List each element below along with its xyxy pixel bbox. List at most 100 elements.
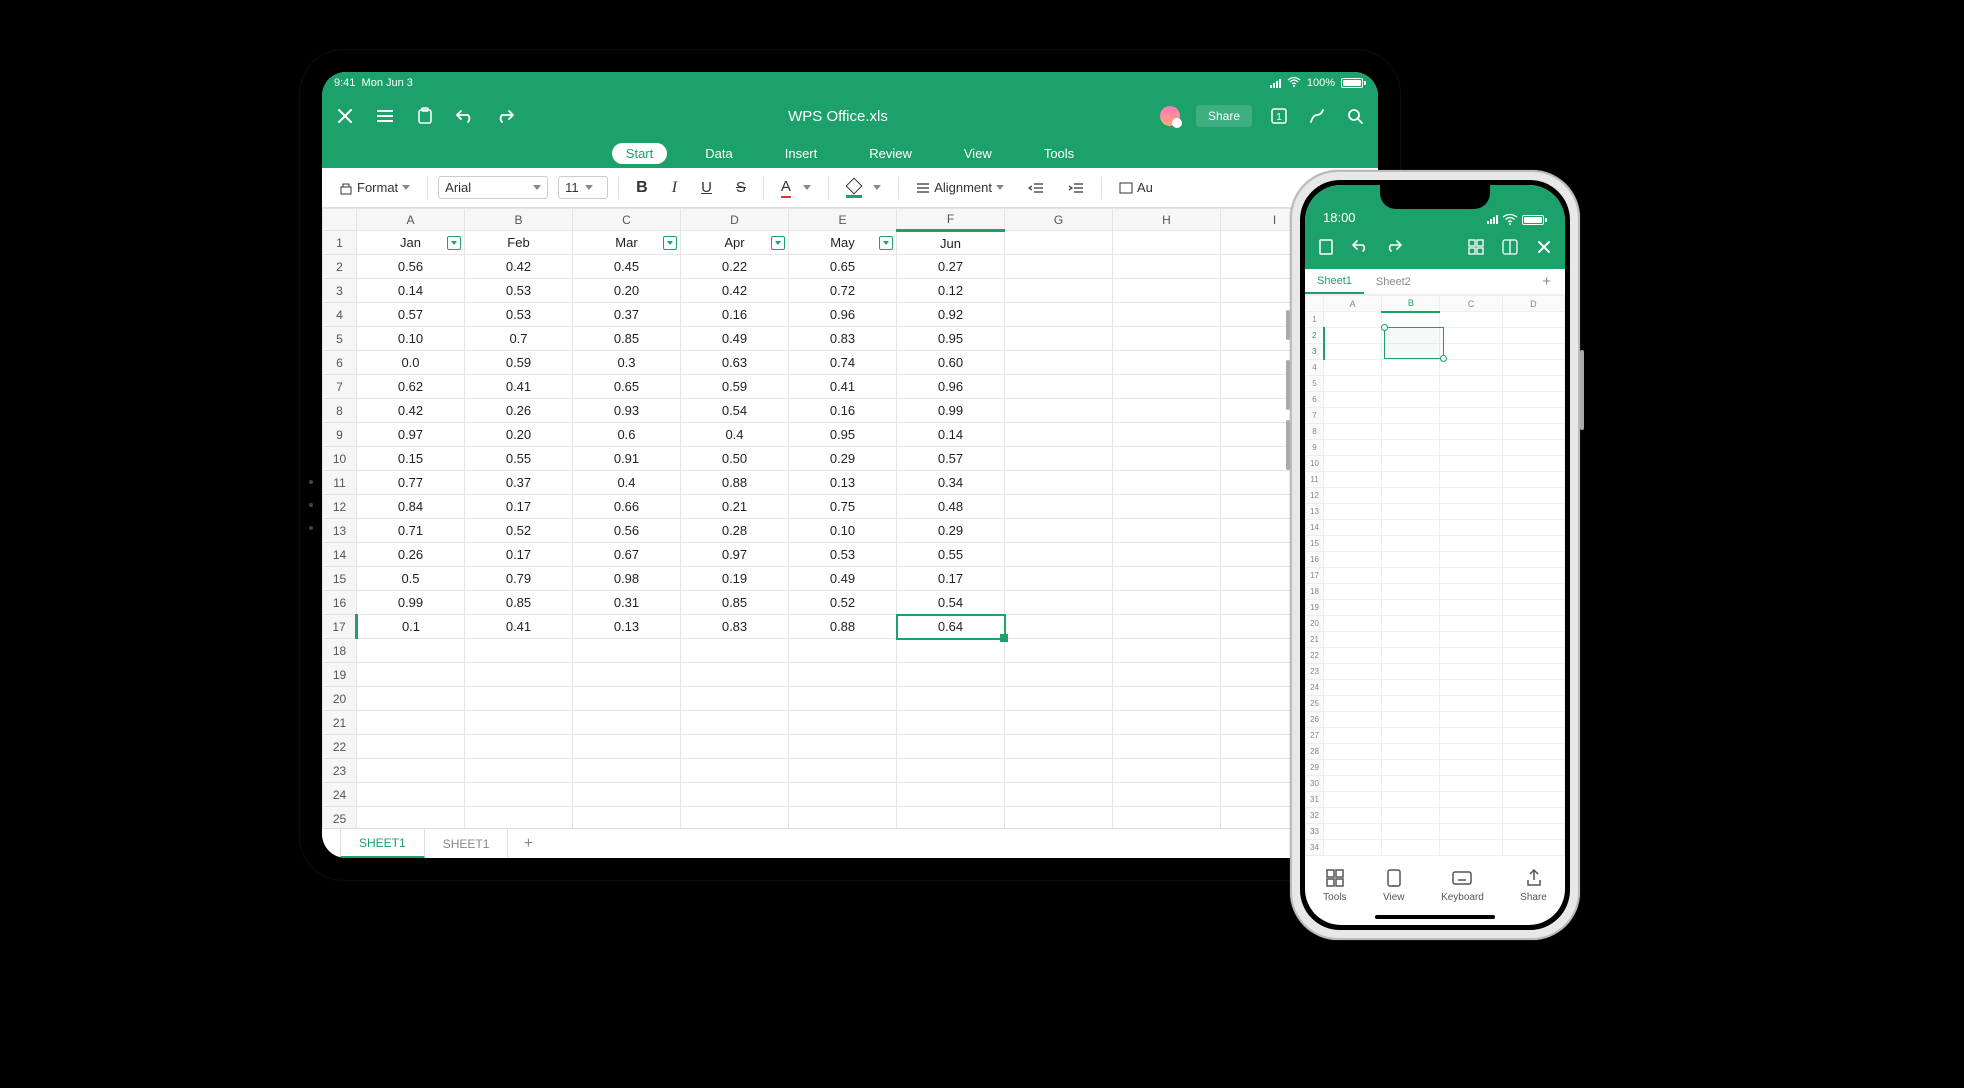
- cell[interactable]: [1382, 360, 1440, 376]
- col-header[interactable]: C: [573, 209, 681, 231]
- cell[interactable]: 0.79: [465, 567, 573, 591]
- cell[interactable]: 0.98: [573, 567, 681, 591]
- row-header[interactable]: 3: [1306, 344, 1324, 360]
- row-header[interactable]: 18: [1306, 584, 1324, 600]
- row-header[interactable]: 22: [1306, 648, 1324, 664]
- cell[interactable]: [573, 759, 681, 783]
- layout-button[interactable]: 1: [1268, 105, 1290, 127]
- cell[interactable]: [1324, 440, 1382, 456]
- cell[interactable]: [1382, 424, 1440, 440]
- row-header[interactable]: 10: [1306, 456, 1324, 472]
- cell[interactable]: [1005, 663, 1113, 687]
- cell[interactable]: 0.83: [789, 327, 897, 351]
- cell[interactable]: 0.17: [465, 495, 573, 519]
- cell[interactable]: [1324, 584, 1382, 600]
- cell[interactable]: [1440, 552, 1502, 568]
- cell[interactable]: [357, 687, 465, 711]
- cell[interactable]: [1440, 392, 1502, 408]
- cell[interactable]: [1382, 648, 1440, 664]
- spreadsheet-grid[interactable]: ABCDEFGHI1JanFebMarAprMayJun20.560.420.4…: [322, 208, 1378, 828]
- cell[interactable]: [1324, 680, 1382, 696]
- cell[interactable]: [1324, 488, 1382, 504]
- cell[interactable]: [1382, 568, 1440, 584]
- cell[interactable]: [1382, 824, 1440, 840]
- row-header[interactable]: 15: [1306, 536, 1324, 552]
- cell[interactable]: [1502, 312, 1564, 328]
- cell[interactable]: [1502, 536, 1564, 552]
- cell[interactable]: 0.59: [465, 351, 573, 375]
- bottom-keyboard-button[interactable]: Keyboard: [1441, 867, 1484, 903]
- cell[interactable]: [1502, 760, 1564, 776]
- col-header[interactable]: A: [357, 209, 465, 231]
- cell[interactable]: [1005, 567, 1113, 591]
- cell[interactable]: [789, 807, 897, 829]
- cell[interactable]: 0.96: [789, 303, 897, 327]
- cell[interactable]: 0.13: [573, 615, 681, 639]
- cell[interactable]: [1324, 728, 1382, 744]
- cell[interactable]: 0.37: [573, 303, 681, 327]
- cell[interactable]: 0.19: [681, 567, 789, 591]
- cell[interactable]: [1440, 312, 1502, 328]
- cell[interactable]: 0.13: [789, 471, 897, 495]
- cell[interactable]: [1382, 600, 1440, 616]
- cell[interactable]: [1502, 392, 1564, 408]
- cell[interactable]: [681, 735, 789, 759]
- cell[interactable]: 0.56: [573, 519, 681, 543]
- cell[interactable]: 0.88: [681, 471, 789, 495]
- row-header[interactable]: 21: [1306, 632, 1324, 648]
- phone-spreadsheet-grid[interactable]: ABCD123456789101112131415161718192021222…: [1305, 295, 1565, 855]
- cell[interactable]: [789, 783, 897, 807]
- cell[interactable]: [357, 663, 465, 687]
- cell[interactable]: [1324, 504, 1382, 520]
- row-header[interactable]: 1: [323, 231, 357, 255]
- cell[interactable]: [1113, 327, 1221, 351]
- row-header[interactable]: 7: [1306, 408, 1324, 424]
- cell[interactable]: [897, 663, 1005, 687]
- cell[interactable]: [1440, 744, 1502, 760]
- fill-color-button[interactable]: [839, 176, 889, 200]
- cell[interactable]: 0.10: [789, 519, 897, 543]
- row-header[interactable]: 20: [1306, 616, 1324, 632]
- bold-button[interactable]: B: [629, 175, 655, 201]
- cell[interactable]: [1324, 392, 1382, 408]
- cell[interactable]: [1324, 520, 1382, 536]
- cell[interactable]: 0.97: [681, 543, 789, 567]
- cell[interactable]: [1502, 728, 1564, 744]
- cell[interactable]: [1382, 808, 1440, 824]
- cell[interactable]: [1113, 495, 1221, 519]
- cell[interactable]: [1324, 696, 1382, 712]
- cell[interactable]: [1113, 807, 1221, 829]
- cell[interactable]: 0.41: [465, 375, 573, 399]
- cell[interactable]: 0.55: [465, 447, 573, 471]
- cell[interactable]: [1382, 632, 1440, 648]
- cell[interactable]: [1502, 472, 1564, 488]
- cell[interactable]: [1382, 408, 1440, 424]
- cell[interactable]: 0.34: [897, 471, 1005, 495]
- cell[interactable]: 0.14: [897, 423, 1005, 447]
- col-header[interactable]: B: [465, 209, 573, 231]
- cell[interactable]: [1440, 504, 1502, 520]
- cell[interactable]: [1324, 600, 1382, 616]
- cell[interactable]: [1113, 711, 1221, 735]
- cell[interactable]: 0.22: [681, 255, 789, 279]
- cell[interactable]: 0.20: [465, 423, 573, 447]
- cell[interactable]: [1440, 808, 1502, 824]
- sheet-tab[interactable]: Sheet1: [1305, 269, 1364, 294]
- cell[interactable]: [1382, 312, 1440, 328]
- cell[interactable]: 0.92: [897, 303, 1005, 327]
- row-header[interactable]: 4: [1306, 360, 1324, 376]
- cell[interactable]: [897, 807, 1005, 829]
- cell[interactable]: [1324, 840, 1382, 856]
- cell[interactable]: [1005, 519, 1113, 543]
- row-header[interactable]: 23: [1306, 664, 1324, 680]
- cell[interactable]: 0.53: [789, 543, 897, 567]
- cell[interactable]: [1113, 423, 1221, 447]
- cell[interactable]: 0.77: [357, 471, 465, 495]
- row-header[interactable]: 9: [323, 423, 357, 447]
- add-sheet-button[interactable]: +: [508, 829, 548, 858]
- cell[interactable]: [465, 711, 573, 735]
- cell[interactable]: [1440, 568, 1502, 584]
- row-header[interactable]: 17: [323, 615, 357, 639]
- cell[interactable]: [1440, 344, 1502, 360]
- cell[interactable]: [573, 663, 681, 687]
